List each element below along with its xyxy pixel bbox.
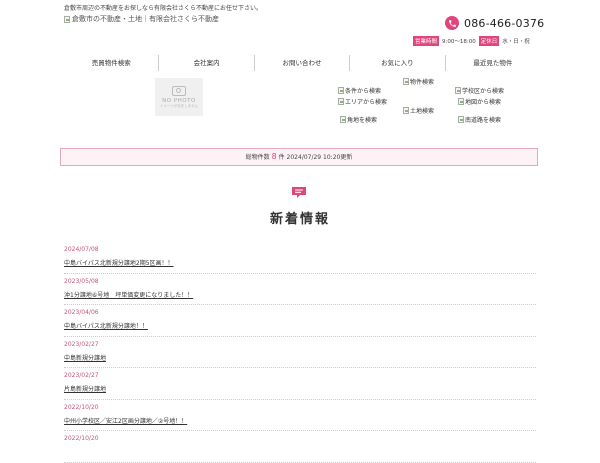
- count-prefix: 総物件数: [245, 154, 270, 161]
- broken-image-icon: [340, 116, 346, 123]
- search-map-link[interactable]: 地図から検索: [458, 97, 501, 106]
- holiday-badge: 定休日: [478, 36, 500, 46]
- count-updated: 2024/07/29 10:20更新: [286, 154, 353, 161]
- news-link[interactable]: 沖1分譲地⑥号地 坪単価変更になりました！！: [64, 290, 536, 299]
- hours-badge: 営業時間: [413, 36, 440, 46]
- phone-icon: [445, 16, 459, 30]
- site-tagline: 倉敷市周辺の不動産をお探しなら有限会社さくら不動産にお任せ下さい。: [64, 5, 263, 12]
- nav-contact[interactable]: お問い合わせ: [253, 55, 349, 71]
- camera-icon: [172, 85, 186, 96]
- news-date: 2023/02/27: [64, 372, 99, 379]
- news-date: 2023/04/06: [64, 309, 99, 316]
- site-logo[interactable]: 倉敷市の不動産・土地｜有限会社さくら不動産: [64, 14, 219, 24]
- broken-image-icon: [338, 87, 344, 94]
- search-property-label: 物件検索: [410, 79, 435, 86]
- news-item: 2023/05/08 沖1分譲地⑥号地 坪単価変更になりました！！: [64, 274, 536, 305]
- news-date: 2023/05/08: [64, 277, 99, 285]
- search-corner-link[interactable]: 角地を検索: [340, 115, 377, 124]
- count-unit: 件: [278, 154, 285, 161]
- search-school-label: 学校区から検索: [462, 88, 505, 95]
- property-count-box: 総物件数 8 件 2024/07/29 10:20更新: [60, 148, 538, 166]
- search-property-link[interactable]: 物件検索: [403, 77, 434, 86]
- broken-image-icon: [338, 98, 344, 105]
- news-link[interactable]: 中島新規分譲地: [64, 353, 536, 362]
- phone-number: 086-466-0376: [464, 16, 545, 30]
- hours-value: 9:00～18:00: [442, 39, 476, 45]
- news-item: 2023/02/27 中島新規分譲地: [64, 337, 536, 368]
- news-item: 2024/07/08 中島バイパス北新規分譲地2期5区画！！: [64, 242, 536, 274]
- news-link[interactable]: 中州小学校区／安江2区画分譲地／②号地！！: [64, 416, 536, 425]
- search-map-label: 地図から検索: [465, 99, 502, 106]
- nav-recently-viewed[interactable]: 最近見た物件: [444, 55, 540, 71]
- news-item: 2023/04/06 中島バイパス北新規分譲地！！: [64, 305, 536, 337]
- broken-image-icon: [403, 78, 409, 85]
- no-photo-placeholder: NO PHOTO イメージが存在しません: [155, 78, 203, 116]
- news-date: 2022/10/20: [64, 403, 99, 411]
- news-section-title: 新着情報: [269, 212, 330, 227]
- search-south-road-link[interactable]: 南道路を検索: [458, 115, 501, 124]
- news-link[interactable]: 中島バイパス北新規分譲地！！: [64, 321, 536, 330]
- news-date: 2022/10/20: [64, 435, 99, 442]
- nav-company[interactable]: 会社案内: [158, 55, 253, 71]
- news-link[interactable]: 片島新規分譲地: [64, 384, 536, 393]
- search-area-link[interactable]: エリアから検索: [338, 97, 387, 106]
- search-school-link[interactable]: 学校区から検索: [455, 86, 504, 95]
- search-corner-label: 角地を検索: [347, 117, 378, 124]
- count-number: 8: [271, 152, 277, 161]
- broken-image-icon: [403, 107, 409, 114]
- news-item: 2022/10/20 中州小学校区／安江2区画分譲地／②号地！！: [64, 400, 536, 431]
- logo-alt-text: 倉敷市の不動産・土地｜有限会社さくら不動産: [72, 15, 219, 23]
- news-item: 2022/10/20: [64, 431, 536, 463]
- broken-image-icon: [64, 15, 70, 23]
- news-date: 2023/02/27: [64, 340, 99, 348]
- message-icon: [292, 187, 306, 198]
- news-link[interactable]: 中島バイパス北新規分譲地2期5区画！！: [64, 258, 536, 267]
- holiday-value: 水・日・祝: [502, 39, 530, 45]
- search-conditions-link[interactable]: 条件から検索: [338, 86, 381, 95]
- news-list: 2024/07/08 中島バイパス北新規分譲地2期5区画！！ 2023/05/0…: [64, 242, 536, 463]
- search-land-label: 土地検索: [410, 108, 435, 115]
- news-date: 2024/07/08: [64, 246, 99, 253]
- search-area-label: エリアから検索: [345, 99, 388, 106]
- broken-image-icon: [455, 87, 461, 94]
- phone-contact[interactable]: 086-466-0376: [445, 16, 544, 30]
- nav-favorites[interactable]: お気に入り: [349, 55, 444, 71]
- search-land-link[interactable]: 土地検索: [403, 106, 434, 115]
- business-hours: 営業時間 9:00～18:00 定休日 水・日・祝: [413, 36, 530, 46]
- search-conditions-label: 条件から検索: [345, 88, 382, 95]
- no-photo-subtitle: イメージが存在しません: [159, 103, 199, 108]
- news-item: 2023/02/27 片島新規分譲地: [64, 368, 536, 400]
- broken-image-icon: [458, 98, 464, 105]
- search-south-road-label: 南道路を検索: [465, 117, 502, 124]
- main-nav: 売買物件検索 会社案内 お問い合わせ お気に入り 最近見た物件: [64, 55, 540, 71]
- broken-image-icon: [458, 116, 464, 123]
- nav-property-search[interactable]: 売買物件検索: [64, 55, 158, 71]
